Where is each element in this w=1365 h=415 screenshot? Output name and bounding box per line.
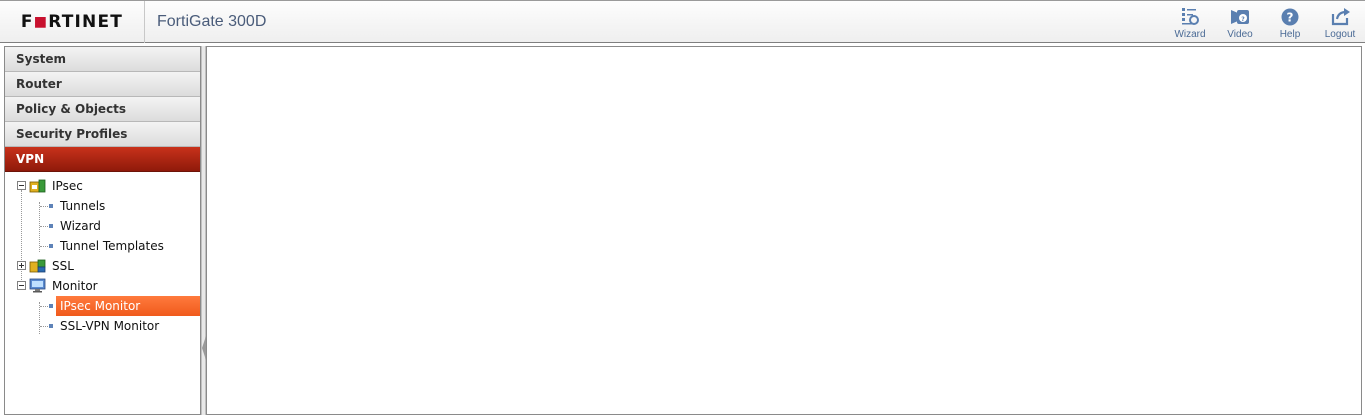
logout-label: Logout bbox=[1324, 29, 1356, 40]
tree-item-tunnel-templates[interactable]: Tunnel Templates bbox=[5, 236, 200, 256]
device-name: FortiGate 300D bbox=[157, 13, 267, 30]
ipsec-folder-icon bbox=[29, 179, 46, 193]
expand-icon[interactable] bbox=[17, 261, 26, 270]
top-header: F■RTINET FortiGate 300D Wizard ? Video bbox=[0, 0, 1365, 43]
tree-connector bbox=[40, 306, 48, 307]
bullet-icon bbox=[49, 304, 53, 308]
nav-security-profiles[interactable]: Security Profiles bbox=[5, 122, 200, 147]
bullet-icon bbox=[49, 244, 53, 248]
vpn-tree: IPsec Tunnels Wizard Tunnel Templates SS… bbox=[5, 172, 200, 336]
tree-item-ssl-vpn-monitor[interactable]: SSL-VPN Monitor bbox=[5, 316, 200, 336]
tree-item-wizard[interactable]: Wizard bbox=[5, 216, 200, 236]
logo-text-end: RTINET bbox=[48, 12, 124, 32]
sidebar: System Router Policy & Objects Security … bbox=[4, 46, 201, 415]
logo-o-mark: ■ bbox=[33, 14, 49, 30]
tree-label-ipsec-monitor: IPsec Monitor bbox=[60, 299, 141, 313]
monitor-icon bbox=[29, 278, 46, 293]
nav-router[interactable]: Router bbox=[5, 72, 200, 97]
collapse-icon[interactable] bbox=[17, 181, 26, 190]
wizard-button[interactable]: Wizard bbox=[1165, 1, 1215, 43]
video-label: Video bbox=[1227, 29, 1253, 40]
header-toolbar: Wizard ? Video ? Help Logout bbox=[1165, 1, 1365, 43]
video-icon: ? bbox=[1231, 10, 1249, 24]
svg-text:?: ? bbox=[1287, 11, 1294, 25]
tree-item-ssl[interactable]: SSL bbox=[5, 256, 200, 276]
ssl-folder-icon bbox=[29, 259, 46, 273]
bullet-icon bbox=[49, 224, 53, 228]
logout-icon bbox=[1331, 8, 1350, 26]
nav-policy-objects[interactable]: Policy & Objects bbox=[5, 97, 200, 122]
tree-item-tunnels[interactable]: Tunnels bbox=[5, 196, 200, 216]
tree-label-tunnel-templates: Tunnel Templates bbox=[60, 239, 164, 253]
tree-label-monitor: Monitor bbox=[52, 279, 98, 293]
tree-item-ipsec[interactable]: IPsec bbox=[5, 176, 200, 196]
tree-connector bbox=[40, 326, 48, 327]
tree-connector bbox=[40, 246, 48, 247]
wizard-label: Wizard bbox=[1174, 29, 1206, 40]
help-label: Help bbox=[1279, 29, 1301, 40]
tree-connector bbox=[40, 206, 48, 207]
tree-connector bbox=[40, 226, 48, 227]
help-button[interactable]: ? Help bbox=[1265, 1, 1315, 43]
main-content-area bbox=[206, 46, 1362, 415]
tree-item-ipsec-monitor[interactable]: IPsec Monitor bbox=[5, 296, 200, 316]
svg-text:?: ? bbox=[1241, 16, 1245, 23]
logo-text-start: F bbox=[20, 12, 34, 32]
wizard-icon bbox=[1182, 8, 1199, 25]
bullet-icon bbox=[49, 204, 53, 208]
collapse-icon[interactable] bbox=[17, 281, 26, 290]
tree-label-tunnels: Tunnels bbox=[60, 199, 106, 213]
bullet-icon bbox=[49, 324, 53, 328]
tree-label-wizard: Wizard bbox=[60, 219, 101, 233]
help-icon: ? bbox=[1281, 8, 1299, 26]
fortinet-logo: F ■ RTINET bbox=[0, 1, 145, 43]
tree-label-ssl-vpn-monitor: SSL-VPN Monitor bbox=[60, 319, 160, 333]
logout-button[interactable]: Logout bbox=[1315, 1, 1365, 43]
tree-label-ssl: SSL bbox=[52, 259, 74, 273]
tree-label-ipsec: IPsec bbox=[52, 179, 83, 193]
nav-vpn[interactable]: VPN bbox=[5, 147, 200, 172]
video-button[interactable]: ? Video bbox=[1215, 1, 1265, 43]
nav-system[interactable]: System bbox=[5, 47, 200, 72]
tree-item-monitor[interactable]: Monitor bbox=[5, 276, 200, 296]
